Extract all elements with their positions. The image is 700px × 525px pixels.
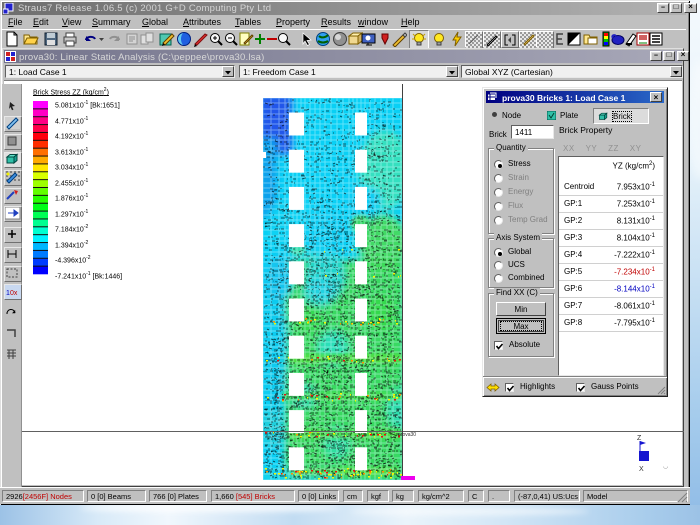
svg-text:0x: 0x (10, 290, 18, 297)
svg-text:X: X (639, 466, 644, 473)
svg-text:Z: Z (637, 435, 642, 442)
